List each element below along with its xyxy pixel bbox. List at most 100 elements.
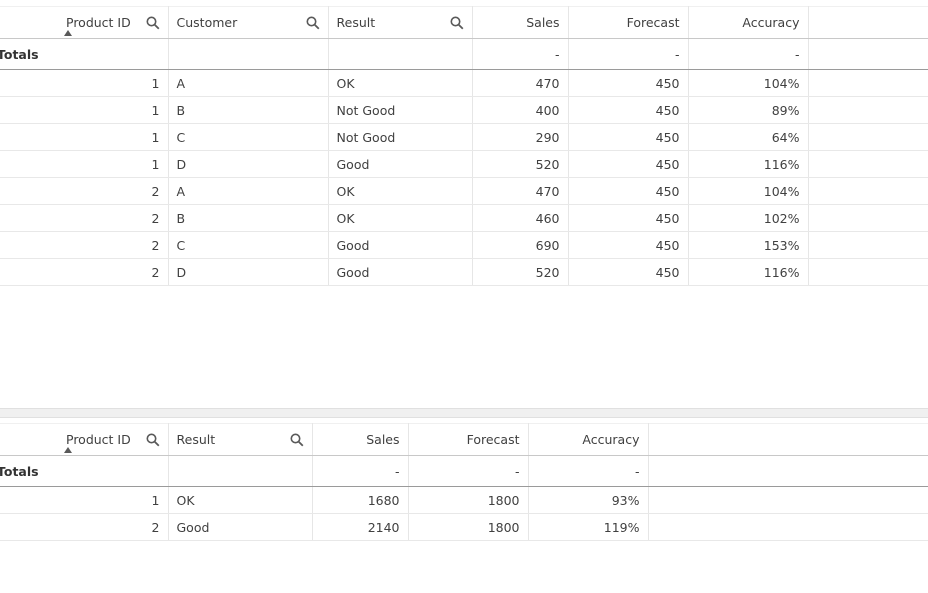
cell-filler (648, 513, 928, 541)
cell-product-id[interactable]: 1 (0, 69, 169, 97)
cell-sales: 520 (472, 258, 569, 286)
cell-filler (808, 150, 928, 178)
cell-customer[interactable]: A (168, 69, 329, 97)
totals-cell-forecast: - (408, 455, 529, 487)
cell-sales: 290 (472, 123, 569, 151)
column-header-label: Forecast (466, 432, 520, 447)
cell-accuracy: 153% (688, 231, 809, 259)
column-header-label: Product ID (66, 15, 131, 30)
cell-result[interactable]: OK (328, 177, 473, 205)
panel-divider (0, 408, 928, 418)
column-header-accuracy[interactable]: Accuracy (528, 423, 649, 456)
cell-customer[interactable]: A (168, 177, 329, 205)
search-icon[interactable] (450, 16, 464, 30)
cell-filler (808, 231, 928, 259)
cell-result[interactable]: OK (328, 69, 473, 97)
cell-product-id[interactable]: 2 (0, 231, 169, 259)
cell-result[interactable]: OK (168, 486, 313, 514)
totals-cell-sales: - (312, 455, 409, 487)
cell-sales: 400 (472, 96, 569, 124)
table-row[interactable]: 2 B OK 460 450 102% (0, 204, 928, 232)
cell-product-id[interactable]: 2 (0, 177, 169, 205)
cell-result[interactable]: Good (328, 231, 473, 259)
table-row[interactable]: 2 C Good 690 450 153% (0, 231, 928, 259)
cell-product-id[interactable]: 1 (0, 150, 169, 178)
column-header-forecast[interactable]: Forecast (568, 6, 689, 39)
totals-cell-accuracy: - (528, 455, 649, 487)
column-header-label: Accuracy (742, 15, 800, 30)
cell-sales: 460 (472, 204, 569, 232)
cell-accuracy: 64% (688, 123, 809, 151)
search-icon[interactable] (146, 16, 160, 30)
cell-customer[interactable]: C (168, 123, 329, 151)
cell-sales: 520 (472, 150, 569, 178)
cell-result[interactable]: OK (328, 204, 473, 232)
cell-accuracy: 116% (688, 258, 809, 286)
cell-sales: 1680 (312, 486, 409, 514)
cell-result[interactable]: Good (168, 513, 313, 541)
header-row: Product ID Result Sales Forecast Accurac… (0, 423, 928, 456)
totals-cell-result (328, 38, 473, 70)
table-row[interactable]: 2 D Good 520 450 116% (0, 258, 928, 286)
cell-customer[interactable]: B (168, 96, 329, 124)
table-row[interactable]: 1 D Good 520 450 116% (0, 150, 928, 178)
totals-cell-filler (808, 38, 928, 70)
cell-forecast: 1800 (408, 513, 529, 541)
sort-ascending-icon[interactable] (64, 447, 72, 453)
table-row[interactable]: 1 A OK 470 450 104% (0, 69, 928, 97)
cell-sales: 470 (472, 69, 569, 97)
cell-product-id[interactable]: 2 (0, 258, 169, 286)
column-header-product-id[interactable]: Product ID (0, 423, 169, 456)
bottom-straight-table: Product ID Result Sales Forecast Accurac… (0, 423, 928, 541)
top-table-panel: Product ID Customer Result Sales Forecas… (0, 0, 928, 408)
cell-customer[interactable]: B (168, 204, 329, 232)
cell-result[interactable]: Good (328, 258, 473, 286)
totals-cell-result (168, 455, 313, 487)
cell-customer[interactable]: D (168, 258, 329, 286)
column-header-forecast[interactable]: Forecast (408, 423, 529, 456)
table-row[interactable]: 1 B Not Good 400 450 89% (0, 96, 928, 124)
table-row[interactable]: 1 OK 1680 1800 93% (0, 486, 928, 514)
column-header-sales[interactable]: Sales (312, 423, 409, 456)
cell-product-id[interactable]: 1 (0, 123, 169, 151)
totals-label: Totals (0, 455, 169, 487)
cell-forecast: 450 (568, 123, 689, 151)
cell-product-id[interactable]: 1 (0, 486, 169, 514)
cell-accuracy: 119% (528, 513, 649, 541)
column-header-accuracy[interactable]: Accuracy (688, 6, 809, 39)
column-header-customer[interactable]: Customer (168, 6, 329, 39)
cell-product-id[interactable]: 2 (0, 513, 169, 541)
search-icon[interactable] (290, 433, 304, 447)
column-header-label: Result (176, 432, 216, 447)
cell-customer[interactable]: C (168, 231, 329, 259)
table-row[interactable]: 1 C Not Good 290 450 64% (0, 123, 928, 151)
column-header-label: Product ID (66, 432, 131, 447)
cell-accuracy: 93% (528, 486, 649, 514)
column-header-sales[interactable]: Sales (472, 6, 569, 39)
table-row[interactable]: 2 Good 2140 1800 119% (0, 513, 928, 541)
column-header-label: Sales (366, 432, 400, 447)
column-header-result[interactable]: Result (328, 6, 473, 39)
totals-row: Totals - - - (0, 455, 928, 487)
column-header-result[interactable]: Result (168, 423, 313, 456)
search-icon[interactable] (306, 16, 320, 30)
cell-forecast: 450 (568, 177, 689, 205)
cell-filler (648, 486, 928, 514)
sort-ascending-icon[interactable] (64, 30, 72, 36)
bottom-table-panel: Product ID Result Sales Forecast Accurac… (0, 418, 928, 593)
cell-product-id[interactable]: 1 (0, 96, 169, 124)
column-header-product-id[interactable]: Product ID (0, 6, 169, 39)
cell-product-id[interactable]: 2 (0, 204, 169, 232)
cell-sales: 470 (472, 177, 569, 205)
cell-customer[interactable]: D (168, 150, 329, 178)
cell-result[interactable]: Not Good (328, 96, 473, 124)
cell-filler (808, 177, 928, 205)
cell-forecast: 450 (568, 96, 689, 124)
cell-result[interactable]: Good (328, 150, 473, 178)
cell-result[interactable]: Not Good (328, 123, 473, 151)
table-row[interactable]: 2 A OK 470 450 104% (0, 177, 928, 205)
column-header-label: Sales (526, 15, 560, 30)
search-icon[interactable] (146, 433, 160, 447)
column-header-label: Result (336, 15, 376, 30)
cell-accuracy: 116% (688, 150, 809, 178)
